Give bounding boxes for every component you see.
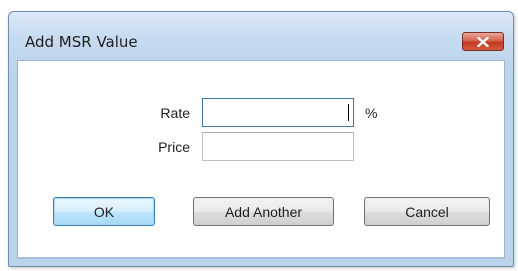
add-msr-value-dialog: Add MSR Value Rate % Price OK Add Anothe…: [8, 11, 514, 267]
rate-unit-label: %: [365, 105, 378, 121]
title-bar[interactable]: Add MSR Value: [9, 12, 513, 60]
close-x-icon: [477, 37, 489, 47]
text-caret: [348, 104, 349, 121]
rate-label: Rate: [160, 105, 190, 121]
cancel-button[interactable]: Cancel: [364, 197, 490, 226]
dialog-body: Rate % Price OK Add Another Cancel: [17, 60, 505, 259]
dialog-title: Add MSR Value: [25, 33, 138, 51]
price-label: Price: [158, 139, 190, 155]
ok-button[interactable]: OK: [53, 197, 155, 226]
close-button[interactable]: [462, 32, 504, 51]
rate-input[interactable]: [202, 98, 354, 127]
price-input[interactable]: [202, 132, 354, 161]
add-another-button[interactable]: Add Another: [193, 197, 334, 226]
